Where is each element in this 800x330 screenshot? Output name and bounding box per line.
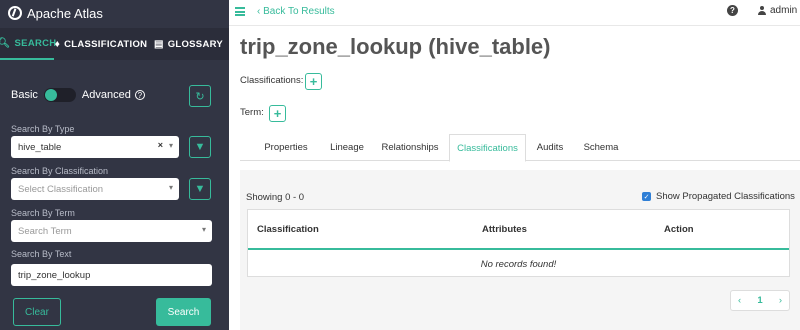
classification-select[interactable]: Select Classification ▾ bbox=[11, 178, 179, 200]
chevron-down-icon: ▾ bbox=[168, 183, 173, 192]
show-propagated-label: Show Propagated Classifications bbox=[656, 191, 795, 202]
classification-filter-button[interactable]: ▼ bbox=[189, 178, 211, 200]
type-value: hive_table bbox=[18, 141, 62, 153]
mode-toggle[interactable] bbox=[43, 88, 76, 102]
atlas-logo-icon bbox=[8, 6, 22, 20]
page-title: trip_zone_lookup (hive_table) bbox=[240, 34, 551, 59]
detail-tabs: Properties Lineage Relationships Classif… bbox=[240, 134, 800, 162]
refresh-button[interactable]: ↻ bbox=[189, 85, 211, 107]
text-value: trip_zone_lookup bbox=[18, 269, 91, 281]
table-header: Classification Attributes Action bbox=[248, 210, 789, 250]
brand[interactable]: Apache Atlas bbox=[8, 4, 103, 22]
column-action[interactable]: Action bbox=[664, 224, 694, 235]
prev-page-icon[interactable]: ‹ bbox=[738, 295, 741, 306]
clear-button[interactable]: Clear bbox=[13, 298, 61, 326]
column-classification[interactable]: Classification bbox=[257, 224, 319, 235]
refresh-icon: ↻ bbox=[195, 90, 205, 103]
term-label: Search By Term bbox=[11, 208, 75, 218]
type-filter-button[interactable]: ▼ bbox=[189, 136, 211, 158]
tab-schema[interactable]: Schema bbox=[578, 134, 624, 161]
pagination: ‹ 1 › bbox=[730, 290, 790, 311]
tab-label: SEARCH bbox=[14, 37, 57, 49]
tab-label: GLOSSARY bbox=[167, 38, 224, 50]
back-to-results-link[interactable]: ‹ Back To Results bbox=[257, 6, 335, 17]
chevron-down-icon: ▾ bbox=[201, 225, 206, 234]
menu-icon[interactable] bbox=[235, 7, 245, 16]
search-button[interactable]: Search bbox=[156, 298, 211, 326]
term-select[interactable]: Search Term ▾ bbox=[11, 220, 212, 242]
text-input[interactable]: trip_zone_lookup bbox=[11, 264, 212, 286]
tab-audits[interactable]: Audits bbox=[531, 134, 569, 161]
tab-lineage[interactable]: Lineage bbox=[322, 134, 372, 161]
add-classification-button[interactable]: + bbox=[305, 73, 322, 90]
tab-search[interactable]: 🔍︎ SEARCH bbox=[0, 28, 57, 60]
user-icon bbox=[758, 6, 766, 15]
type-label: Search By Type bbox=[11, 124, 75, 134]
tab-relationships[interactable]: Relationships bbox=[377, 134, 443, 161]
user-name: admin bbox=[770, 5, 798, 16]
classification-placeholder: Select Classification bbox=[18, 183, 104, 195]
clear-type-icon[interactable]: × bbox=[158, 140, 163, 150]
tab-glossary[interactable]: ▤ GLOSSARY bbox=[148, 28, 229, 60]
empty-message: No records found! bbox=[480, 259, 557, 270]
type-select[interactable]: hive_table × ▾ bbox=[11, 136, 179, 158]
next-page-icon[interactable]: › bbox=[779, 295, 782, 306]
filter-icon: ▼ bbox=[194, 183, 206, 195]
plus-icon: + bbox=[273, 106, 282, 121]
basic-label: Basic bbox=[11, 89, 38, 101]
page-number[interactable]: 1 bbox=[757, 295, 762, 306]
classifications-table: Classification Attributes Action No reco… bbox=[247, 209, 790, 277]
show-propagated-checkbox[interactable]: ✓ Show Propagated Classifications bbox=[642, 191, 795, 202]
search-mode-row: Basic Advanced ? bbox=[11, 86, 145, 104]
plus-icon: + bbox=[309, 74, 318, 89]
back-label: Back To Results bbox=[263, 6, 335, 17]
term-label: Term: bbox=[240, 107, 264, 118]
sidebar-tabs: 🔍︎ SEARCH ♦ CLASSIFICATION ▤ GLOSSARY bbox=[0, 28, 229, 60]
topbar: ‹ Back To Results ? admin bbox=[229, 0, 800, 26]
chevron-left-icon: ‹ bbox=[257, 6, 261, 17]
chevron-down-icon: ▾ bbox=[168, 141, 173, 150]
term-placeholder: Search Term bbox=[18, 225, 72, 237]
book-icon: ▤ bbox=[153, 38, 164, 50]
brand-name: Apache Atlas bbox=[27, 5, 103, 21]
classifications-label: Classifications: bbox=[240, 75, 304, 86]
column-attributes[interactable]: Attributes bbox=[482, 224, 527, 235]
tab-classifications[interactable]: Classifications bbox=[449, 134, 526, 162]
advanced-label: Advanced bbox=[81, 89, 131, 101]
filter-icon: ▼ bbox=[194, 141, 206, 153]
text-label: Search By Text bbox=[11, 249, 72, 259]
tab-classification[interactable]: ♦ CLASSIFICATION bbox=[54, 28, 148, 60]
tab-label: CLASSIFICATION bbox=[64, 38, 148, 50]
toggle-knob bbox=[44, 89, 57, 101]
help-icon[interactable]: ? bbox=[134, 90, 145, 100]
tag-icon: ♦ bbox=[54, 38, 61, 50]
sidebar: Apache Atlas 🔍︎ SEARCH ♦ CLASSIFICATION … bbox=[0, 0, 229, 330]
user-menu[interactable]: admin bbox=[758, 5, 797, 16]
search-icon: 🔍︎ bbox=[0, 37, 11, 49]
help-icon[interactable]: ? bbox=[727, 5, 738, 16]
checkbox-checked-icon: ✓ bbox=[642, 192, 651, 201]
showing-count: Showing 0 - 0 bbox=[246, 192, 305, 203]
classification-label: Search By Classification bbox=[11, 166, 109, 176]
add-term-button[interactable]: + bbox=[269, 105, 286, 122]
tab-properties[interactable]: Properties bbox=[255, 134, 317, 161]
